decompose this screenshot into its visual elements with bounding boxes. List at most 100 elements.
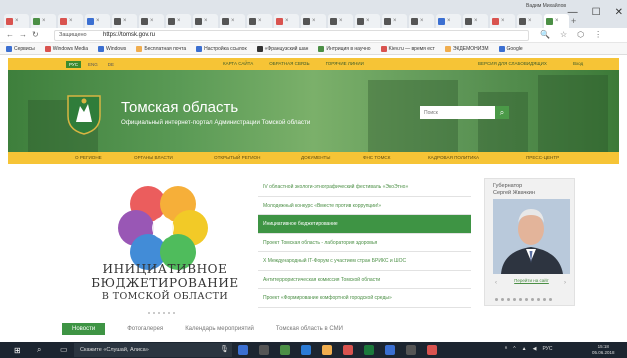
taskbar-app-icon[interactable] <box>406 345 416 355</box>
close-tab-icon[interactable]: × <box>231 18 235 24</box>
close-tab-icon[interactable]: × <box>312 18 316 24</box>
browser-tab[interactable]: × <box>58 14 83 28</box>
taskbar-app-icon[interactable] <box>322 345 332 355</box>
slider-dot[interactable] <box>495 298 498 301</box>
taskbar-app-icon[interactable] <box>364 345 374 355</box>
menu-press-center[interactable]: ПРЕСС-ЦЕНТР <box>526 155 559 160</box>
zoom-icon[interactable]: 🔍 <box>540 30 550 39</box>
taskbar-search-field[interactable]: Скажите «Слушай, Алиса» <box>74 343 232 357</box>
browser-tab[interactable]: × <box>517 14 542 28</box>
extension-icon[interactable]: ⬡ <box>577 30 584 39</box>
close-tab-icon[interactable]: × <box>258 18 262 24</box>
lang-en[interactable]: ENG <box>85 61 101 68</box>
star-icon[interactable]: ☆ <box>560 30 567 39</box>
slider-dot[interactable] <box>158 312 160 314</box>
lang-de[interactable]: DE <box>105 61 117 68</box>
slider-dot[interactable] <box>507 298 510 301</box>
close-tab-icon[interactable]: × <box>42 18 46 24</box>
feedback-link[interactable]: ОБРАТНАЯ СВЯЗЬ <box>269 61 309 66</box>
browser-tab[interactable]: × <box>4 14 29 28</box>
news-item[interactable]: X Международный IT-Форум с участием стра… <box>258 252 471 271</box>
taskbar-app-icon[interactable] <box>259 345 269 355</box>
taskbar-app-icon[interactable] <box>280 345 290 355</box>
browser-tab[interactable]: × <box>31 14 56 28</box>
slider-dot[interactable] <box>549 298 552 301</box>
close-tab-icon[interactable]: × <box>420 18 424 24</box>
news-item[interactable]: IV областной экологи-этнографический фес… <box>258 178 471 197</box>
tab-news[interactable]: Новости <box>62 323 106 335</box>
taskbar-app-icon[interactable] <box>427 345 437 355</box>
menu-hr-policy[interactable]: КАДРОВАЯ ПОЛИТИКА <box>428 155 479 160</box>
bookmark-item[interactable]: Интриция в научно <box>318 45 371 52</box>
windows-start-icon[interactable]: ⊞ <box>14 346 21 355</box>
browser-tab[interactable]: × <box>139 14 164 28</box>
search-input[interactable] <box>420 106 495 119</box>
news-item[interactable]: Молодежный конкурс «Вместе против корруп… <box>258 197 471 215</box>
microphone-icon[interactable]: 🎙 <box>220 345 229 353</box>
bookmark-item[interactable]: Kiev.ru — время ест <box>380 45 435 52</box>
chevron-up-icon[interactable]: ^ <box>513 346 515 352</box>
search-icon[interactable]: ⌕ <box>495 106 509 119</box>
site-title[interactable]: Томская область <box>121 99 238 116</box>
browser-tab[interactable]: × <box>409 14 434 28</box>
menu-about-region[interactable]: О РЕГИОНЕ <box>75 155 102 160</box>
login-link[interactable]: Вход <box>573 61 583 66</box>
taskbar-app-icon[interactable] <box>343 345 353 355</box>
close-tab-icon[interactable]: × <box>123 18 127 24</box>
close-tab-icon[interactable]: × <box>285 18 289 24</box>
news-item[interactable]: Проект «Формирование комфортной городско… <box>258 289 471 308</box>
bookmark-item[interactable]: Windows Media <box>44 45 88 52</box>
slider-dot[interactable] <box>148 312 150 314</box>
slider-dot[interactable] <box>525 298 528 301</box>
slider-dot[interactable] <box>537 298 540 301</box>
governor-site-link[interactable]: Перейти на сайт <box>493 278 570 283</box>
close-tab-icon[interactable]: × <box>393 18 397 24</box>
next-arrow-icon[interactable]: › <box>564 280 566 286</box>
search-icon[interactable]: ⌕ <box>37 345 41 355</box>
slider-dot[interactable] <box>153 312 155 314</box>
slider-dot[interactable] <box>168 312 170 314</box>
browser-tab[interactable]: × <box>328 14 353 28</box>
url-text[interactable]: https://tomsk.gov.ru <box>103 32 155 38</box>
bookmark-item[interactable]: ЭКДЕМОНИЗМ <box>444 45 489 52</box>
close-tab-icon[interactable]: × <box>177 18 181 24</box>
taskbar-app-icon[interactable] <box>301 345 311 355</box>
bookmark-item[interactable]: Windows <box>98 45 126 52</box>
browser-tab[interactable]: × <box>247 14 272 28</box>
menu-open-region[interactable]: ОТКРЫТЫЙ РЕГИОН <box>214 155 260 160</box>
clock[interactable]: 15:18 05.06.2018 <box>592 344 615 356</box>
taskbar-app-icon[interactable] <box>385 345 395 355</box>
governor-photo[interactable] <box>493 199 570 274</box>
close-tab-icon[interactable]: × <box>204 18 208 24</box>
profile-name[interactable]: Вадим Михайлов <box>526 3 566 9</box>
browser-tab[interactable]: × <box>490 14 515 28</box>
browser-tab[interactable]: × <box>544 14 569 28</box>
browser-tab[interactable]: × <box>85 14 110 28</box>
bookmark-item[interactable]: Настройка ссылок <box>196 45 247 52</box>
bookmark-item[interactable]: «Французский шан <box>256 45 308 52</box>
bookmark-item[interactable]: Google <box>498 45 523 52</box>
browser-tab[interactable]: × <box>355 14 380 28</box>
network-icon[interactable]: ▲ <box>522 346 527 352</box>
reload-icon[interactable]: ↻ <box>32 30 39 39</box>
close-tab-icon[interactable]: × <box>501 18 505 24</box>
menu-authorities[interactable]: ОРГАНЫ ВЛАСТИ <box>134 155 173 160</box>
news-item[interactable]: Проект Томская область - лаборатория здо… <box>258 234 471 252</box>
forward-arrow-icon[interactable]: → <box>19 30 27 39</box>
close-tab-icon[interactable]: × <box>15 18 19 24</box>
bookmark-item[interactable]: Бесплатная почта <box>136 45 186 52</box>
browser-tab[interactable]: × <box>274 14 299 28</box>
slider-dot[interactable] <box>501 298 504 301</box>
tab-photo-gallery[interactable]: Фотогалерея <box>127 326 163 332</box>
menu-documents[interactable]: ДОКУМЕНТЫ <box>301 155 330 160</box>
slider-dot[interactable] <box>163 312 165 314</box>
menu-fns-tomsk[interactable]: ФНС ТОМСК <box>363 155 390 160</box>
browser-tab[interactable]: × <box>382 14 407 28</box>
task-view-icon[interactable]: ▭ <box>60 345 68 354</box>
maximize-button[interactable]: ☐ <box>592 7 601 18</box>
close-tab-icon[interactable]: × <box>474 18 478 24</box>
slider-dot[interactable] <box>513 298 516 301</box>
browser-tab[interactable]: × <box>193 14 218 28</box>
close-tab-icon[interactable]: × <box>339 18 343 24</box>
close-tab-icon[interactable]: × <box>69 18 73 24</box>
